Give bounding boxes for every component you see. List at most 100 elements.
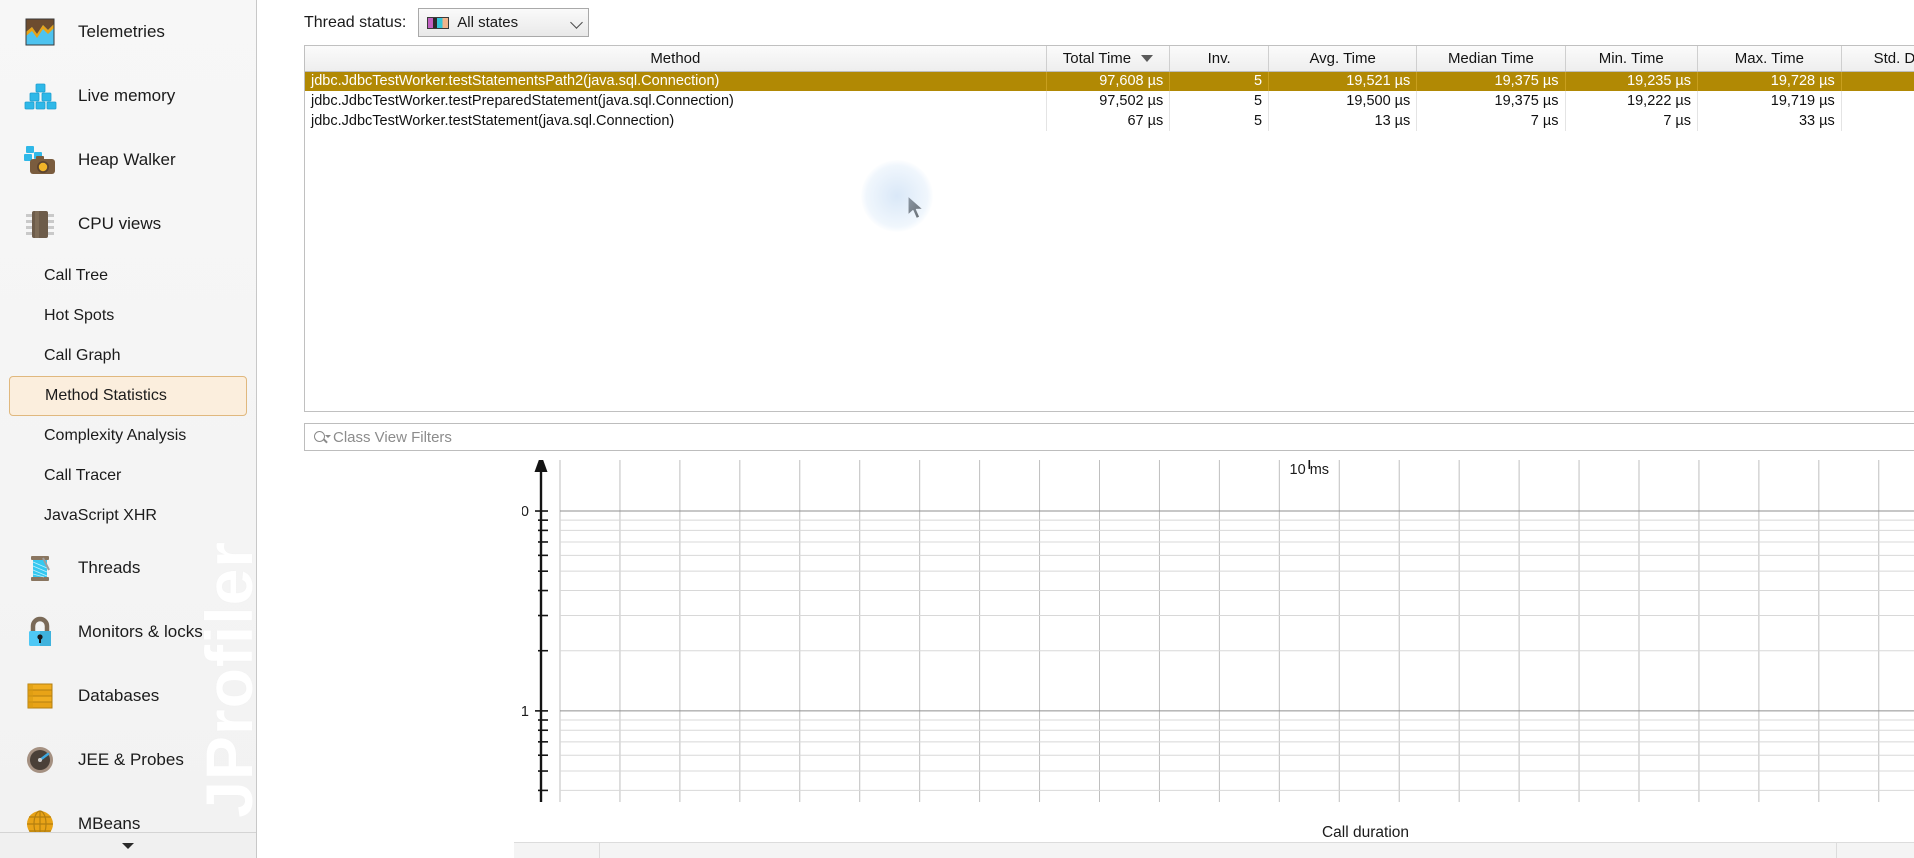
cell-inv: 5 [1169, 91, 1270, 111]
cell-stddev: 13 µs [1841, 111, 1914, 131]
table-row[interactable]: jdbc.JdbcTestWorker.testStatement(java.s… [305, 111, 1914, 131]
column-header-min-time[interactable]: Min. Time [1565, 46, 1699, 72]
sidebar-item-label: Databases [78, 686, 160, 705]
column-header-std-dev[interactable]: Std. Dev. ? [1841, 46, 1914, 72]
column-label: Max. Time [1734, 49, 1804, 67]
sidebar-item-label: Hot Spots [44, 307, 115, 324]
sidebar: JProfiler Telemetries Live memory Heap W… [0, 0, 257, 858]
cell-avg: 13 µs [1268, 111, 1418, 131]
filter-placeholder: Class View Filters [333, 428, 452, 446]
cell-total: 67 µs [1046, 111, 1171, 131]
sidebar-item-label: JEE & Probes [78, 750, 184, 769]
filter-bar: Class View Filters ? [304, 422, 1914, 452]
cell-max: 19,728 µs [1697, 71, 1842, 91]
column-label: Total Time [1062, 49, 1132, 67]
search-dropdown-icon[interactable] [313, 430, 331, 445]
table-row[interactable]: jdbc.JdbcTestWorker.testStatementsPath2(… [305, 71, 1914, 91]
sidebar-item-call-tree[interactable]: Call Tree [0, 256, 256, 296]
sidebar-item-label: MBeans [78, 814, 141, 833]
cell-avg: 19,500 µs [1268, 91, 1418, 111]
sidebar-item-threads[interactable]: Threads [0, 536, 256, 600]
sidebar-item-label: Complexity Analysis [44, 427, 187, 444]
y-tick-label: 1 [522, 704, 529, 720]
chevron-down-icon [122, 842, 134, 849]
column-label: Method [650, 49, 701, 67]
sidebar-item-label: Telemetries [78, 22, 165, 41]
sidebar-item-call-graph[interactable]: Call Graph [0, 336, 256, 376]
bottom-scroll-strip[interactable] [514, 842, 1914, 858]
column-label: Median Time [1447, 49, 1534, 67]
thread-status-value: All states [457, 14, 519, 31]
sidebar-item-databases[interactable]: Databases [0, 664, 256, 728]
column-header-max-time[interactable]: Max. Time [1697, 46, 1842, 72]
cell-avg: 19,521 µs [1268, 71, 1418, 91]
toolbar: Thread status: All states [257, 0, 1914, 45]
cell-max: 19,719 µs [1697, 91, 1842, 111]
sidebar-item-label: Call Tree [44, 267, 109, 284]
column-header-avg-time[interactable]: Avg. Time [1268, 46, 1418, 72]
sidebar-item-label: Call Tracer [44, 467, 122, 484]
monitors-locks-icon [22, 614, 58, 650]
sidebar-item-hot-spots[interactable]: Hot Spots [0, 296, 256, 336]
sidebar-item-cpu-views[interactable]: CPU views [0, 192, 256, 256]
column-label: Std. Dev. [1873, 49, 1914, 67]
column-header-inv[interactable]: Inv. [1169, 46, 1270, 72]
main-panel: Thread status: All states Method Total T… [257, 0, 1914, 858]
chevron-down-icon [570, 16, 584, 30]
call-duration-histogram[interactable]: 10 ms20 ms Call duration 110 Invocation … [522, 460, 1914, 858]
sidebar-item-label: Threads [78, 558, 141, 577]
sidebar-item-label: Heap Walker [78, 150, 176, 169]
column-header-total-time[interactable]: Total Time [1046, 46, 1171, 72]
sort-descending-arrow-icon [1141, 54, 1154, 62]
thread-status-label: Thread status: [304, 13, 407, 31]
sidebar-item-label: Live memory [78, 86, 176, 105]
column-header-method[interactable]: Method [305, 46, 1047, 72]
sidebar-item-call-tracer[interactable]: Call Tracer [0, 456, 256, 496]
cell-method: jdbc.JdbcTestWorker.testPreparedStatemen… [305, 91, 1047, 111]
jee-probes-icon [22, 742, 58, 778]
databases-icon [22, 678, 58, 714]
x-axis-label: Call duration [1322, 824, 1409, 841]
column-label: Avg. Time [1309, 49, 1376, 67]
sidebar-item-heap-walker[interactable]: Heap Walker [0, 128, 256, 192]
heap-walker-icon [22, 142, 58, 178]
sidebar-item-label: Method Statistics [45, 387, 167, 404]
thread-status-dropdown[interactable]: All states [418, 8, 590, 37]
cell-median: 19,375 µs [1416, 91, 1566, 111]
telemetries-icon [22, 14, 58, 50]
method-statistics-table[interactable]: Method Total Time Inv. Avg. Time Median … [304, 45, 1914, 412]
cpu-views-icon [22, 206, 58, 242]
cell-inv: 5 [1169, 111, 1270, 131]
column-header-median-time[interactable]: Median Time [1416, 46, 1566, 72]
sidebar-item-label: Monitors & locks [78, 622, 203, 641]
cell-min: 19,235 µs [1565, 71, 1699, 91]
sidebar-scroll-more-button[interactable] [0, 832, 256, 858]
table-row[interactable]: jdbc.JdbcTestWorker.testPreparedStatemen… [305, 91, 1914, 111]
cell-median: 19,375 µs [1416, 71, 1566, 91]
cell-min: 7 µs [1565, 111, 1699, 131]
sidebar-item-label: Call Graph [44, 347, 121, 364]
class-view-filter-input[interactable]: Class View Filters [304, 423, 1914, 451]
column-label: Inv. [1207, 49, 1231, 67]
sidebar-item-jee-probes[interactable]: JEE & Probes [0, 728, 256, 792]
sidebar-item-complexity-analysis[interactable]: Complexity Analysis [0, 416, 256, 456]
cell-total: 97,608 µs [1046, 71, 1171, 91]
cell-stddev: 185 µs [1841, 71, 1914, 91]
threads-icon [22, 550, 58, 586]
sidebar-item-javascript-xhr[interactable]: JavaScript XHR [0, 496, 256, 536]
sidebar-item-label: CPU views [78, 214, 162, 233]
sidebar-item-telemetries[interactable]: Telemetries [0, 0, 256, 64]
sidebar-item-method-statistics[interactable]: Method Statistics [9, 376, 247, 416]
cell-total: 97,502 µs [1046, 91, 1171, 111]
sidebar-item-live-memory[interactable]: Live memory [0, 64, 256, 128]
cell-min: 19,222 µs [1565, 91, 1699, 111]
histogram-svg: 10 ms20 ms Call duration 110 Invocation … [522, 460, 1914, 858]
sidebar-item-label: JavaScript XHR [44, 507, 157, 524]
cell-max: 33 µs [1697, 111, 1842, 131]
cell-stddev: 180 µs [1841, 91, 1914, 111]
y-tick-label: 10 [522, 504, 529, 520]
column-label: Min. Time [1598, 49, 1664, 67]
sidebar-item-monitors-locks[interactable]: Monitors & locks [0, 600, 256, 664]
cell-median: 7 µs [1416, 111, 1566, 131]
cell-inv: 5 [1169, 71, 1270, 91]
